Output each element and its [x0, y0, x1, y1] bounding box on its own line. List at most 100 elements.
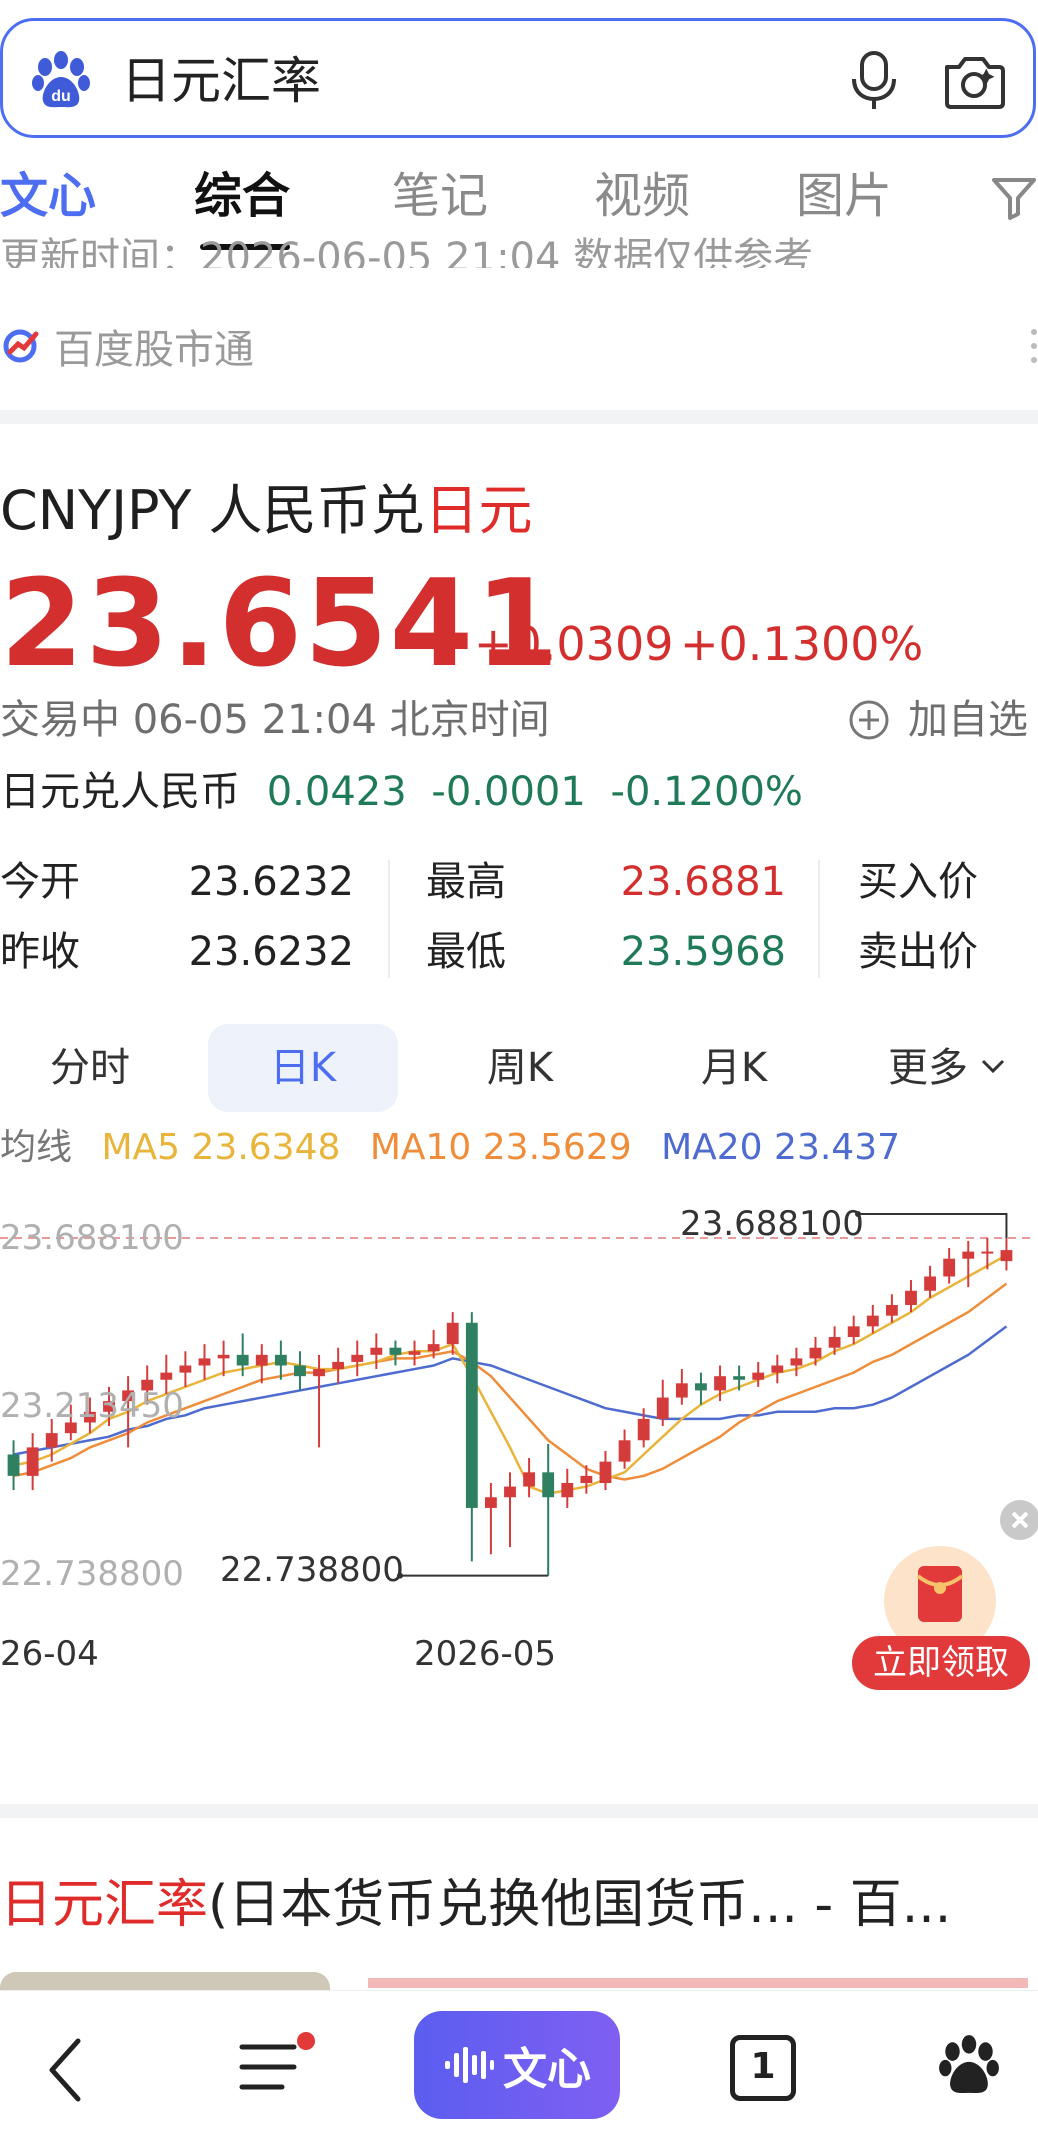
stock-app-logo-icon	[3, 329, 39, 363]
candle-body	[389, 1347, 402, 1355]
candle-body	[656, 1397, 669, 1419]
candle-body	[637, 1418, 650, 1441]
baidu-paw-icon: du	[32, 51, 90, 108]
high-value: 23.6881	[620, 859, 786, 905]
chart-tab-monthly[interactable]: 月K	[654, 1024, 814, 1112]
kline-chart[interactable]: 23.688100 23.213450 22.738800 23.688100 …	[0, 1190, 1038, 1674]
result-title-text: (日本货币兑换他国货币... - 百...	[208, 1875, 952, 1935]
more-dots-icon[interactable]	[1030, 326, 1038, 366]
stats-divider	[388, 860, 390, 978]
candle-body	[962, 1251, 975, 1259]
y-axis-min-label: 22.738800	[0, 1554, 184, 1594]
inverse-rate-row: 日元兑人民币 0.0423 -0.0001 -0.1200%	[0, 766, 803, 818]
candle-body	[618, 1440, 631, 1462]
tab-video[interactable]: 视频	[594, 166, 690, 226]
candle-body	[179, 1365, 192, 1373]
candle-body	[160, 1372, 173, 1380]
candle-body	[332, 1361, 345, 1370]
candle-body	[771, 1365, 784, 1373]
bid-label: 买入价	[858, 859, 978, 905]
candle-body	[446, 1322, 459, 1345]
candle-body	[465, 1322, 478, 1508]
high-label: 最高	[426, 859, 506, 905]
source-row[interactable]: 百度股市通	[0, 316, 254, 376]
search-input[interactable]: 日元汇率	[121, 51, 321, 111]
add-watchlist-button[interactable]: 加自选	[848, 694, 1028, 746]
baidu-paw-icon[interactable]	[936, 2033, 1002, 2099]
close-icon	[1011, 1511, 1029, 1529]
low-label: 最低	[426, 929, 506, 975]
candle-body	[733, 1376, 746, 1380]
max-annotation-leader	[858, 1213, 1008, 1238]
tab-images[interactable]: 图片	[796, 166, 892, 226]
inverse-change: -0.0001	[431, 769, 586, 815]
bottom-navigation: 文心 1	[0, 1990, 1038, 2140]
chart-tab-weekly[interactable]: 周K	[440, 1024, 600, 1112]
microphone-icon[interactable]	[849, 49, 899, 113]
tab-notes[interactable]: 笔记	[392, 166, 488, 226]
tab-count-button[interactable]: 1	[730, 2035, 796, 2101]
candle-body	[809, 1347, 822, 1359]
candle-body	[714, 1376, 726, 1391]
candle-body	[1000, 1250, 1013, 1262]
card-divider	[0, 1804, 1038, 1818]
candle-body	[427, 1344, 440, 1352]
y-axis-mid-label: 23.213450	[0, 1386, 184, 1426]
svg-text:du: du	[51, 88, 71, 105]
candle-body	[408, 1351, 421, 1355]
chart-tab-daily[interactable]: 日K	[208, 1024, 398, 1112]
claim-now-button[interactable]: 立即领取	[852, 1636, 1030, 1690]
candle-body	[580, 1475, 593, 1483]
price-change: +0.0309	[474, 617, 674, 671]
chart-tab-more[interactable]: 更多	[868, 1024, 988, 1112]
camera-search-icon[interactable]	[941, 51, 1007, 111]
candle-body	[905, 1290, 917, 1305]
min-price-annotation: 22.738800	[220, 1550, 404, 1590]
candle-body	[599, 1461, 612, 1483]
search-result-title[interactable]: 日元汇率(日本货币兑换他国货币... - 百...	[0, 1872, 1038, 1938]
low-value: 23.5968	[620, 929, 786, 975]
candle-body	[351, 1354, 364, 1362]
result-snippet-preview	[0, 1972, 1038, 1992]
filter-icon[interactable]	[990, 174, 1038, 222]
candle-body	[274, 1354, 287, 1366]
back-arrow-icon[interactable]	[44, 2035, 84, 2105]
prev-close-label: 昨收	[0, 929, 80, 975]
candle-body	[695, 1383, 707, 1391]
search-tabs: 文心 综合 笔记 视频 图片	[0, 160, 1038, 250]
candle-body	[370, 1347, 383, 1355]
x-axis-label: 2026-05	[414, 1634, 557, 1674]
chart-tab-intraday[interactable]: 分时	[10, 1024, 170, 1112]
candle-body	[294, 1365, 306, 1377]
candle-body	[217, 1354, 230, 1359]
ask-label: 卖出价	[858, 929, 978, 975]
candle-body	[7, 1454, 20, 1476]
candle-body	[523, 1472, 536, 1487]
wenxin-button[interactable]: 文心	[414, 2011, 620, 2119]
search-bar[interactable]: du 日元汇率	[0, 18, 1036, 138]
tab-all[interactable]: 综合	[194, 166, 290, 226]
inverse-label: 日元兑人民币	[0, 769, 240, 815]
tab-wenxin[interactable]: 文心	[0, 166, 96, 226]
result-title-highlight: 日元汇率	[0, 1875, 209, 1935]
inverse-price: 0.0423	[266, 769, 407, 815]
prev-close-value: 23.6232	[188, 929, 354, 975]
candle-body	[866, 1315, 879, 1327]
wenxin-wave-icon	[445, 2047, 494, 2083]
y-axis-max-label: 23.688100	[0, 1218, 184, 1258]
candle-body	[198, 1358, 211, 1366]
ma-label: 均线	[0, 1127, 73, 1168]
candle-body	[847, 1326, 860, 1338]
currency-pair-title: CNYJPY 人民币兑日元	[0, 476, 533, 546]
candle-body	[943, 1258, 956, 1277]
open-value: 23.6232	[188, 859, 354, 905]
candle-body	[45, 1433, 58, 1448]
wenxin-label: 文心	[503, 2044, 591, 2095]
update-time-text: 更新时间：2026-06-05 21:04 数据仅供参考	[0, 236, 814, 268]
menu-icon[interactable]	[236, 2031, 318, 2101]
promo-close-button[interactable]	[1000, 1500, 1038, 1540]
open-label: 今开	[0, 859, 80, 905]
moving-average-legend: 均线 MA5 23.6348 MA10 23.5629 MA20 23.437	[0, 1124, 918, 1172]
plus-circle-icon	[849, 700, 889, 740]
card-divider	[0, 410, 1038, 424]
